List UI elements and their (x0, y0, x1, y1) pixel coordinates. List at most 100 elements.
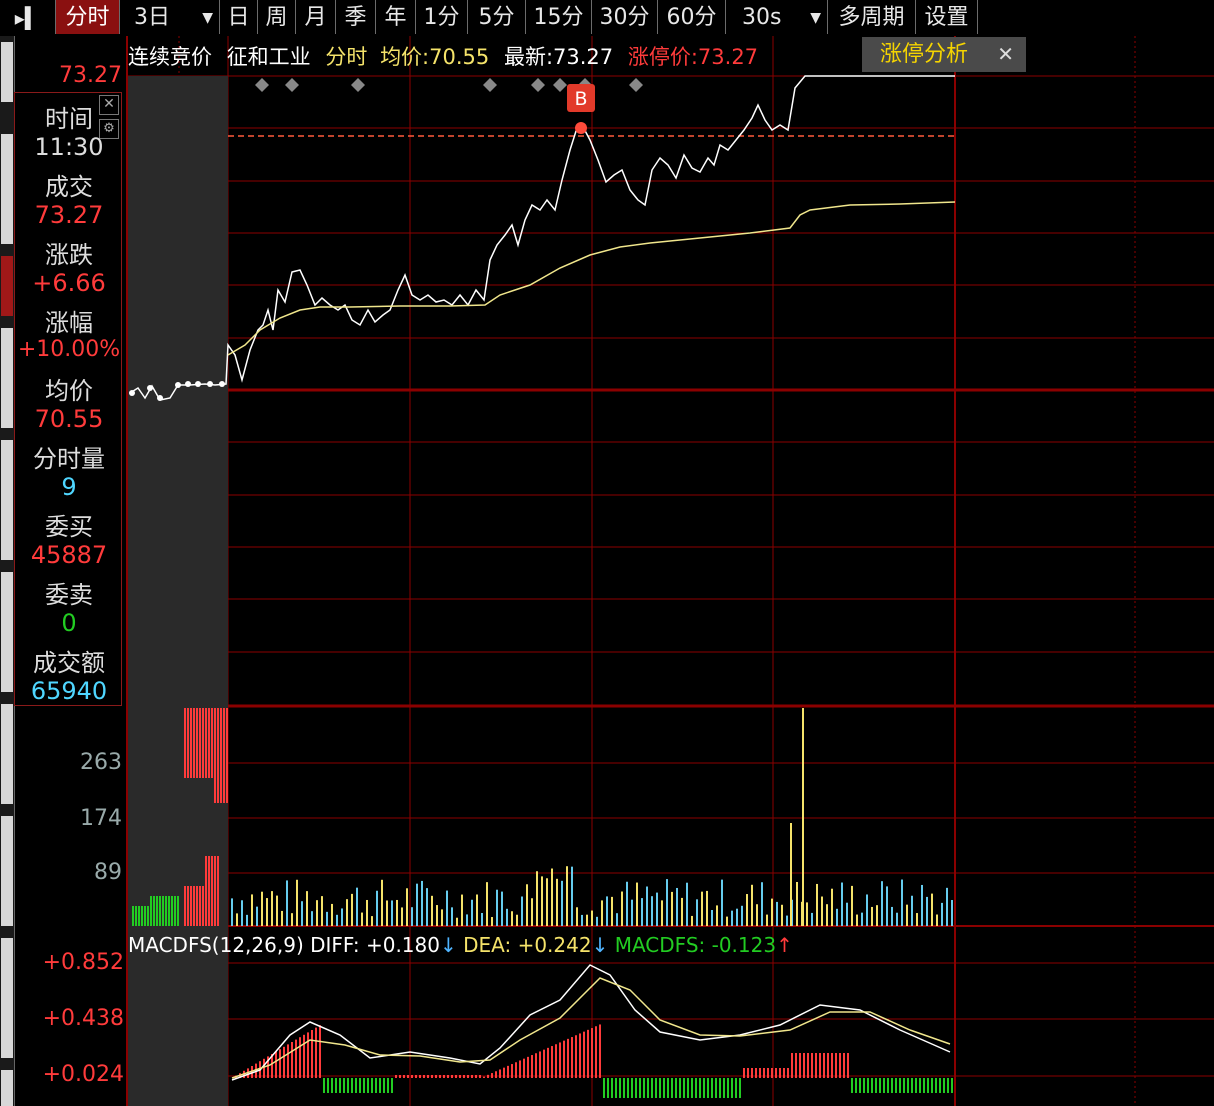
volume-bar (193, 708, 195, 778)
volume-bar (346, 899, 348, 926)
macd-indicator-legend[interactable]: MACDFS(12,26,9) DIFF: +0.180↓ DEA: +0.24… (128, 930, 793, 960)
macd-bar (307, 1032, 309, 1078)
macd-bar (527, 1056, 529, 1078)
volume-axis-tick: 89 (94, 860, 122, 885)
volume-bar (214, 708, 216, 803)
volume-bar (190, 708, 192, 778)
volume-bar (159, 896, 161, 926)
volume-bar (826, 904, 828, 926)
vol-value: 9 (61, 473, 77, 501)
volume-bar (356, 887, 358, 926)
macd-bar (899, 1078, 901, 1093)
macd-bar (403, 1075, 405, 1078)
macd-bar (331, 1078, 333, 1093)
volume-bar (476, 894, 478, 926)
volume-bar (251, 894, 253, 926)
volume-bar (651, 896, 653, 926)
volume-bar (676, 887, 678, 926)
volume-bar (456, 917, 458, 926)
macd-bar (947, 1078, 949, 1093)
volume-bar (138, 906, 140, 926)
volume-bar (691, 915, 693, 926)
macd-bar (939, 1078, 941, 1093)
volume-bar (190, 886, 192, 926)
deal-label: 成交 (45, 173, 93, 201)
auction-dot (185, 381, 191, 387)
pct-label: 涨幅 (45, 309, 93, 337)
volume-bar (771, 898, 773, 926)
macd-bar (831, 1053, 833, 1078)
volume-bar (796, 881, 798, 926)
volume-bar (721, 879, 723, 926)
volume-bar (153, 896, 155, 926)
close-icon[interactable]: ✕ (997, 37, 1014, 72)
volume-bar (366, 899, 368, 926)
macd-bar (851, 1078, 853, 1093)
macd-bar (927, 1078, 929, 1093)
macd-bar (907, 1078, 909, 1093)
macd-bar (683, 1078, 685, 1098)
macd-bar (647, 1078, 649, 1098)
macd-bar (327, 1078, 329, 1093)
macd-dea: DEA: +0.242 (463, 933, 592, 957)
macd-bar (539, 1051, 541, 1078)
macd-bar (879, 1078, 881, 1093)
macd-bar (923, 1078, 925, 1093)
macd-bar (351, 1078, 353, 1093)
volume-bar (881, 881, 883, 926)
limit-up-analysis-label: 涨停分析 (880, 42, 969, 67)
macd-bar (427, 1075, 429, 1078)
macd-bar (595, 1026, 597, 1078)
volume-bar (916, 913, 918, 926)
volume-bar (376, 890, 378, 926)
macd-bar (615, 1078, 617, 1098)
volume-bar (501, 891, 503, 926)
macd-bar (507, 1065, 509, 1078)
volume-bar (446, 890, 448, 926)
up-arrow-icon: ↑ (776, 933, 793, 957)
macd-bar (635, 1078, 637, 1098)
macd-bar (459, 1075, 461, 1078)
volume-bar (196, 708, 198, 778)
volume-bar (556, 878, 558, 926)
macd-bar (703, 1078, 705, 1098)
volume-bar (177, 896, 179, 926)
volume-bar (436, 905, 438, 926)
volume-bar (461, 894, 463, 926)
volume-bar (187, 708, 189, 778)
macd-bar (651, 1078, 653, 1098)
bid-value: 45887 (30, 541, 108, 569)
volume-bar (516, 914, 518, 926)
macd-diff: DIFF: +0.180 (310, 933, 440, 957)
macd-bar (283, 1046, 285, 1078)
macd-bar (895, 1078, 897, 1093)
signal-diamond-icon (553, 78, 567, 92)
volume-bar (671, 891, 673, 926)
cursor-info-panel: ✕ ⚙ 时间 11:30 成交 73.27 涨跌 +6.66 涨幅 +10.00… (14, 92, 122, 706)
volume-bar (406, 888, 408, 926)
macd-bar (827, 1053, 829, 1078)
volume-bar (731, 910, 733, 926)
macd-bar (863, 1078, 865, 1093)
macd-bar (943, 1078, 945, 1093)
volume-bar (626, 881, 628, 926)
volume-bar (856, 914, 858, 926)
volume-bar (806, 902, 808, 926)
volume-bar (491, 917, 493, 926)
volume-bar (511, 911, 513, 926)
volume-bar (586, 914, 588, 926)
macd-bar (511, 1064, 513, 1078)
time-label: 时间 (45, 105, 93, 133)
volume-bar (536, 871, 538, 926)
volume-bar (486, 882, 488, 926)
volume-bar (751, 884, 753, 926)
macd-bar (467, 1075, 469, 1078)
volume-bar (281, 910, 283, 926)
macd-bar (755, 1068, 757, 1078)
macd-bar (951, 1078, 953, 1093)
auction-dot (157, 395, 163, 401)
limit-up-analysis-button[interactable]: 涨停分析 ✕ (862, 37, 1026, 72)
volume-bar (716, 905, 718, 926)
macd-bar (731, 1078, 733, 1098)
macd-bar (883, 1078, 885, 1093)
